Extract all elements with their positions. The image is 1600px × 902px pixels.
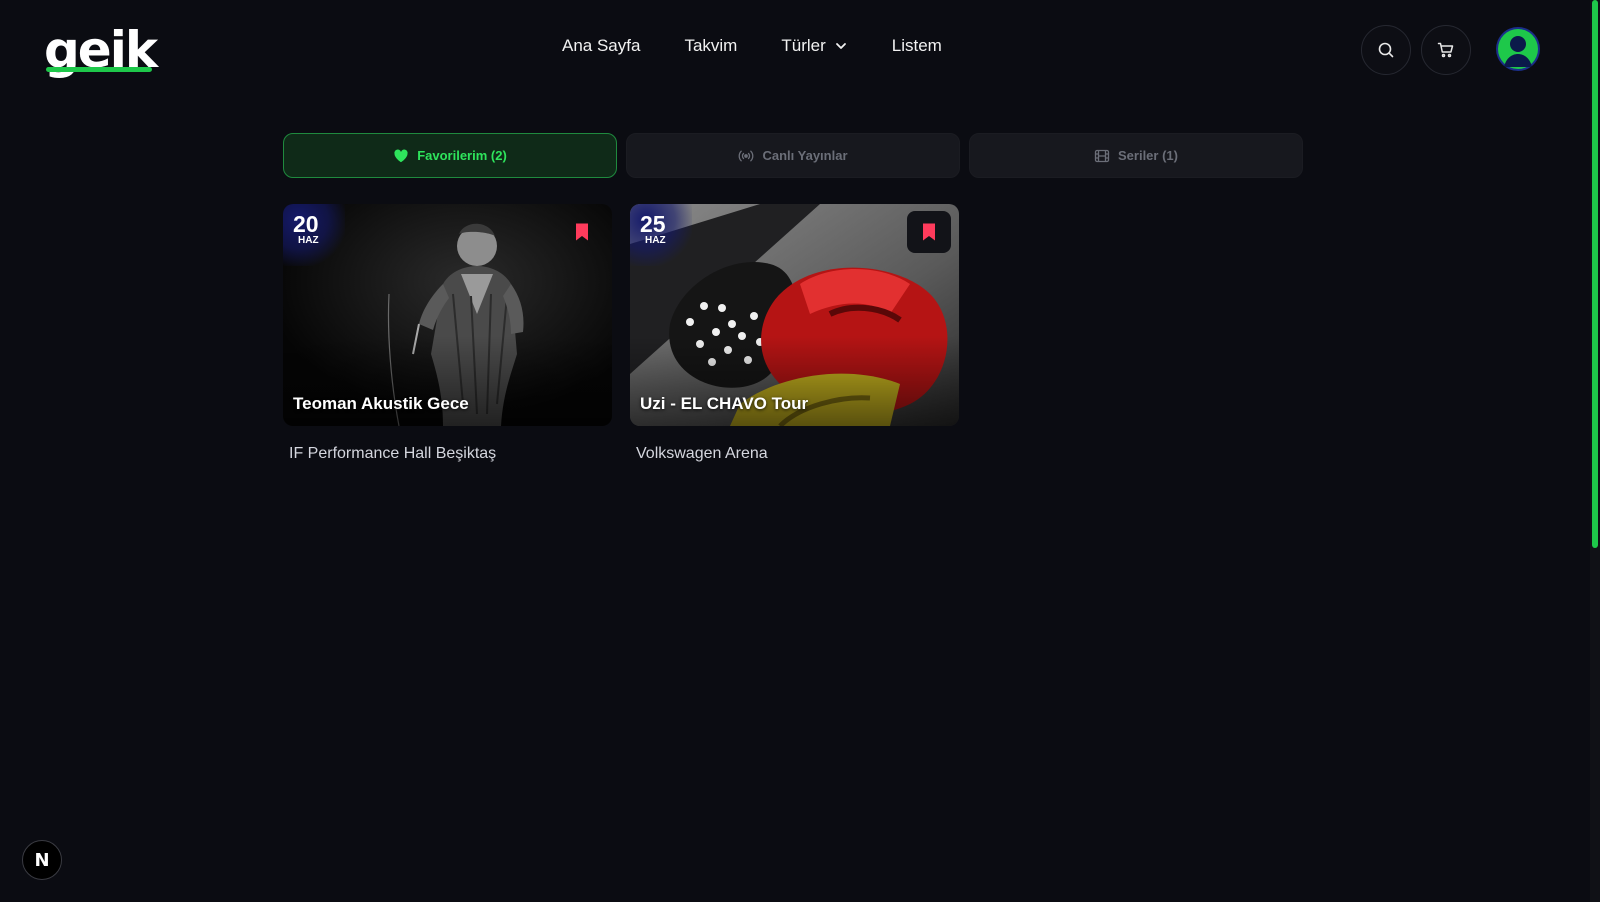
nav-listem[interactable]: Listem xyxy=(892,36,942,56)
date-day: 20 xyxy=(293,211,319,237)
bookmark-icon xyxy=(923,223,935,241)
tab-label: Canlı Yayınlar xyxy=(762,148,848,163)
nav-ana-sayfa[interactable]: Ana Sayfa xyxy=(562,36,640,56)
search-button[interactable] xyxy=(1361,25,1411,75)
page: geik Ana Sayfa Takvim Türler Listem Favo… xyxy=(0,0,1600,902)
nav-label: Ana Sayfa xyxy=(562,36,641,55)
heart-icon xyxy=(394,149,408,162)
date-month: HAZ xyxy=(298,235,319,246)
event-title: Teoman Akustik Gece xyxy=(293,394,469,413)
nextjs-logo-text: N xyxy=(34,849,50,871)
nav-label: Takvim xyxy=(684,36,738,55)
tab-seriler[interactable]: Seriler (1) xyxy=(969,133,1303,178)
event-venue: Volkswagen Arena xyxy=(636,445,768,462)
tab-canli-yayinlar[interactable]: Canlı Yayınlar xyxy=(626,133,960,178)
scrollbar-thumb[interactable] xyxy=(1592,0,1598,548)
cart-button[interactable] xyxy=(1421,25,1471,75)
nextjs-badge[interactable]: N xyxy=(22,840,62,880)
bookmark-button[interactable] xyxy=(560,211,604,253)
date-month: HAZ xyxy=(645,235,666,246)
event-title: Uzi - EL CHAVO Tour xyxy=(640,394,809,413)
logo-text: geik xyxy=(44,21,158,79)
user-avatar-icon xyxy=(1498,29,1538,69)
scrollbar[interactable] xyxy=(1590,0,1600,902)
bookmark-icon xyxy=(576,223,588,241)
event-image[interactable]: 25 HAZ Uzi - EL CHAVO Tour xyxy=(630,204,959,426)
date-badge: 25 HAZ xyxy=(630,204,692,266)
main-nav: Ana Sayfa Takvim Türler Listem xyxy=(562,36,942,56)
tab-label: Favorilerim (2) xyxy=(417,148,507,163)
event-list: 20 HAZ Teoman Akustik Gece IF Performanc… xyxy=(283,204,959,463)
nav-label: Türler xyxy=(781,36,826,55)
film-icon xyxy=(1094,149,1110,162)
chevron-down-icon xyxy=(835,43,846,49)
bookmark-button[interactable] xyxy=(907,211,951,253)
nav-takvim[interactable]: Takvim xyxy=(684,36,737,56)
event-image[interactable]: 20 HAZ Teoman Akustik Gece xyxy=(283,204,612,426)
event-card[interactable]: 25 HAZ Uzi - EL CHAVO Tour Volkswagen Ar… xyxy=(630,204,959,463)
tab-label: Seriler (1) xyxy=(1118,148,1178,163)
date-badge: 20 HAZ xyxy=(283,204,345,266)
nav-label: Listem xyxy=(891,36,942,55)
broadcast-icon xyxy=(739,150,754,161)
nav-turler-dropdown[interactable]: Türler xyxy=(781,36,847,56)
date-day: 25 xyxy=(640,211,666,237)
event-card[interactable]: 20 HAZ Teoman Akustik Gece IF Performanc… xyxy=(283,204,612,463)
event-venue: IF Performance Hall Beşiktaş xyxy=(289,445,497,462)
cart-icon xyxy=(1437,42,1454,58)
tab-favorilerim[interactable]: Favorilerim (2) xyxy=(283,133,617,178)
list-tabs: Favorilerim (2) Canlı Yayınlar Seriler (… xyxy=(283,133,1303,178)
user-avatar[interactable] xyxy=(1496,27,1540,71)
search-icon xyxy=(1378,42,1394,58)
logo[interactable]: geik xyxy=(44,21,158,79)
